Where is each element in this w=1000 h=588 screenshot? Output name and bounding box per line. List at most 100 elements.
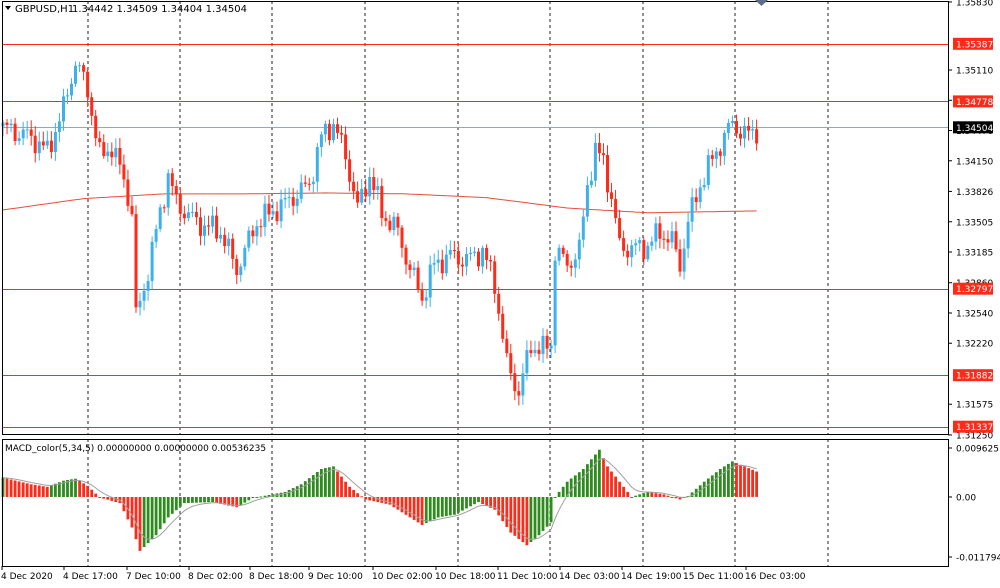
macd-bar [702, 481, 706, 497]
macd-bar [465, 497, 468, 509]
macd-bar [396, 497, 400, 510]
macd-bar [138, 497, 142, 551]
candle-body [150, 241, 154, 281]
macd-bar [9, 479, 13, 497]
candle-body [710, 155, 714, 159]
candle-body [207, 225, 210, 227]
candle-body [420, 290, 424, 301]
macd-bar [41, 486, 45, 497]
macd-bar [618, 481, 621, 497]
candle-body [444, 254, 448, 274]
macd-bar [239, 497, 243, 505]
macd-bar [755, 471, 758, 497]
candle-body [654, 223, 658, 242]
macd-bar [723, 466, 726, 497]
candle-body [315, 147, 319, 182]
macd-bar [537, 497, 541, 536]
macd-bar [259, 496, 263, 498]
macd-bar [251, 497, 255, 498]
macd-bar [291, 488, 295, 497]
macd-bar [336, 471, 339, 497]
candle-body [622, 238, 626, 251]
macd-bar [505, 497, 509, 527]
candle-body [465, 254, 468, 267]
candle-body [626, 250, 630, 258]
candle-body [384, 218, 388, 221]
time-tick-label: 9 Dec 10:00 [308, 572, 363, 582]
candle-body [416, 267, 420, 291]
candle-body [203, 225, 206, 236]
macd-bar [444, 497, 448, 517]
candle-body [162, 207, 166, 209]
candle-body [287, 197, 291, 199]
candle-body [368, 177, 372, 197]
macd-bar [485, 497, 488, 506]
candle-body [190, 211, 194, 213]
candle-body [263, 203, 267, 228]
macd-bar [45, 486, 49, 497]
candle-body [114, 148, 118, 158]
macd-bar [183, 497, 186, 504]
candle-body [356, 191, 360, 203]
candle-body [662, 238, 666, 240]
candle-body [448, 250, 452, 255]
candle-body [279, 199, 283, 222]
candle-body [638, 240, 642, 244]
macd-bar [408, 497, 412, 518]
macd-bar [545, 497, 549, 527]
candle-body [259, 226, 263, 228]
macd-bar [90, 489, 94, 497]
macd-bar [646, 491, 650, 497]
price-tick-label: 1.33185 [956, 249, 993, 259]
candle-body [29, 129, 33, 136]
candle-body [142, 290, 146, 301]
candle-body [291, 197, 295, 206]
candle-body [593, 142, 597, 181]
macd-bar [497, 497, 501, 516]
candle-body [25, 129, 29, 131]
candle-body [597, 142, 601, 154]
candle-body [275, 211, 279, 222]
candle-body [589, 180, 593, 186]
macd-bar [634, 495, 638, 497]
time-tick-label: 15 Dec 11:00 [683, 572, 744, 582]
candle-body [138, 300, 142, 308]
candle-body [340, 132, 343, 135]
candle-body [307, 183, 311, 185]
macd-bar [428, 497, 432, 522]
macd-bar [332, 466, 335, 497]
macd-bar [549, 497, 553, 523]
macd-bar [400, 497, 404, 513]
macd-bar [142, 497, 146, 547]
macd-bar [211, 497, 214, 503]
macd-tick-label: -0.0117947 [956, 554, 1000, 564]
candle-body [327, 123, 331, 141]
macd-bar [307, 478, 311, 497]
macd-bar [469, 497, 472, 507]
candle-body [460, 264, 464, 267]
candle-body [509, 353, 513, 374]
candle-body [428, 264, 432, 298]
current-price-label: 1.34504 [956, 124, 993, 134]
candle [158, 204, 162, 232]
macd-bar [203, 497, 206, 503]
macd-bar [29, 484, 33, 497]
candle-body [432, 263, 436, 265]
macd-bar [74, 478, 77, 497]
candle-body [436, 259, 440, 263]
candle-body [392, 216, 396, 230]
symbol-header[interactable]: GBPUSD,H1 1.34442 1.34509 1.34404 1.3450… [5, 4, 247, 15]
candle-body [154, 229, 158, 242]
candle-body [170, 173, 174, 186]
macd-bar [598, 449, 601, 497]
candle-body [730, 121, 734, 123]
candle-body [199, 217, 202, 236]
candle-body [718, 151, 722, 156]
candle-body [110, 151, 114, 158]
candle-body [747, 125, 751, 131]
candle-body [348, 159, 352, 182]
candle-body [255, 226, 259, 237]
candle-body [404, 247, 408, 265]
candle-body [706, 155, 710, 185]
candle-body [5, 122, 9, 125]
